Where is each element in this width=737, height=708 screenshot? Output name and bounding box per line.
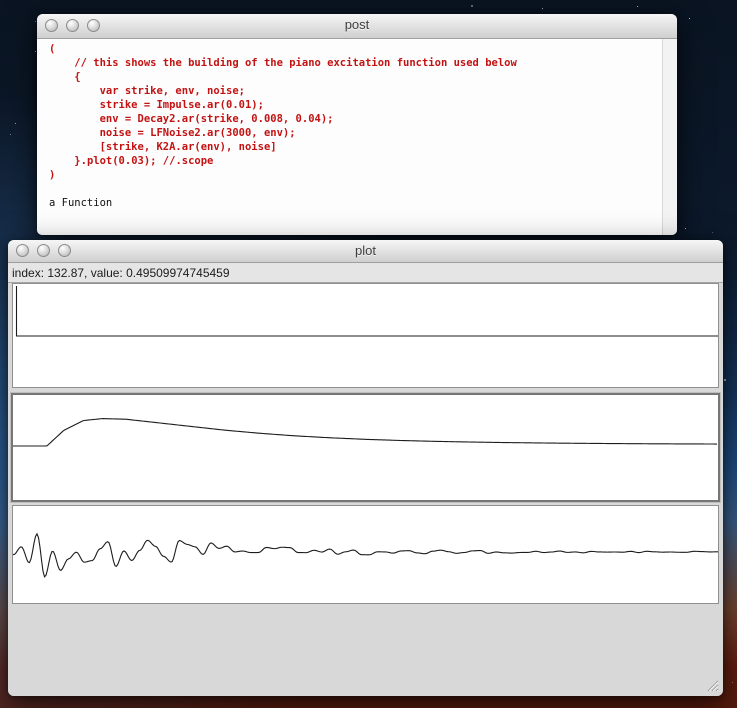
plot-panel-envelope[interactable] xyxy=(11,393,720,502)
code-line: a Function xyxy=(49,197,113,209)
envelope-trace xyxy=(13,418,717,447)
code-line: ) xyxy=(49,169,56,181)
code-line: [strike, K2A.ar(env), noise] xyxy=(49,141,277,153)
code-line: strike = Impulse.ar(0.01); xyxy=(49,99,264,111)
star xyxy=(712,231,714,233)
post-window-title: post xyxy=(344,17,370,32)
star xyxy=(14,122,16,124)
star xyxy=(688,18,690,20)
code-listing: ( // this shows the building of the pian… xyxy=(49,42,661,210)
desktop-background: post ( // this shows the building of the… xyxy=(0,0,737,708)
code-line: var strike, env, noise; xyxy=(49,85,245,97)
plot-client-area xyxy=(8,283,723,696)
star xyxy=(541,8,543,10)
star xyxy=(10,134,12,136)
star xyxy=(732,682,733,684)
code-line: env = Decay2.ar(strike, 0.008, 0.04); xyxy=(49,113,334,125)
star xyxy=(685,228,687,230)
code-line: { xyxy=(49,71,81,83)
plot-window-title: plot xyxy=(355,243,376,258)
post-scrollbar[interactable] xyxy=(662,39,677,235)
plot-window[interactable]: plot index: 132.87, value: 0.49509974745… xyxy=(8,240,723,696)
impulse-trace xyxy=(15,286,718,337)
resize-grip-icon[interactable] xyxy=(705,678,719,692)
noise-trace xyxy=(13,532,718,578)
star xyxy=(470,5,473,8)
star xyxy=(636,5,638,7)
code-line: // this shows the building of the piano … xyxy=(49,57,517,69)
plot-panel-impulse[interactable] xyxy=(12,283,719,388)
post-window-titlebar[interactable]: post xyxy=(37,14,677,39)
star xyxy=(723,379,726,382)
code-line: ( xyxy=(49,43,56,55)
post-window[interactable]: post ( // this shows the building of the… xyxy=(37,14,677,235)
cursor-readout: index: 132.87, value: 0.49509974745459 xyxy=(8,263,723,283)
code-line: }.plot(0.03); //.scope xyxy=(49,155,214,167)
code-line: noise = LFNoise2.ar(3000, env); xyxy=(49,127,296,139)
plot-window-titlebar[interactable]: plot xyxy=(8,240,723,263)
post-content[interactable]: ( // this shows the building of the pian… xyxy=(37,39,677,235)
plot-panel-noise[interactable] xyxy=(12,505,719,604)
